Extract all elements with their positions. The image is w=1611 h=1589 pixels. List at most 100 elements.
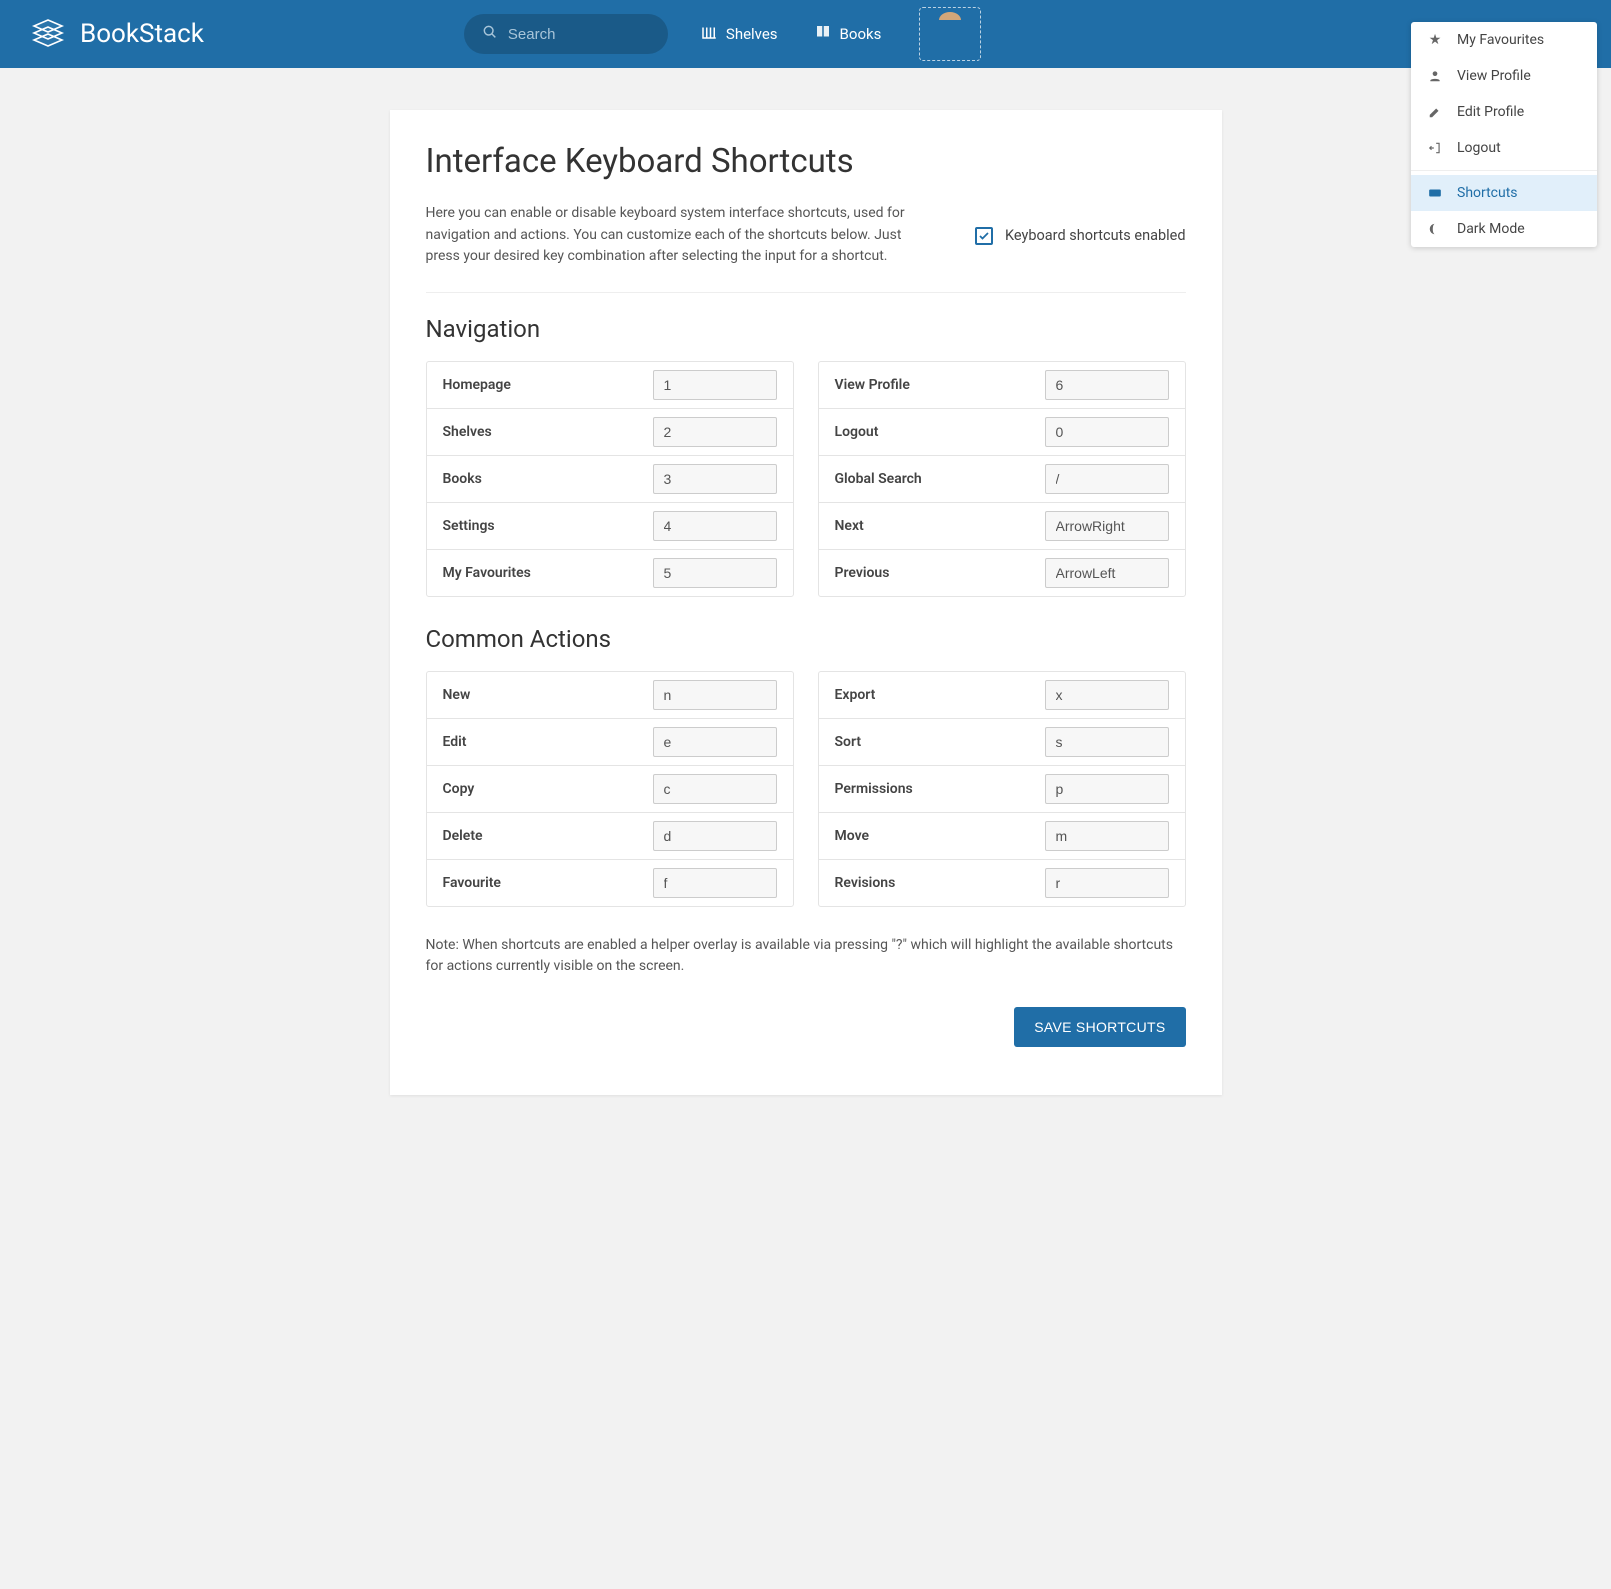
pencil-icon bbox=[1427, 105, 1443, 119]
person-icon bbox=[1427, 69, 1443, 83]
nav-shortcut-row: Previous bbox=[819, 550, 1185, 596]
navigation-grid: Homepage Shelves Books Settings My Favourite… bbox=[426, 361, 1186, 597]
action-shortcut-label: Edit bbox=[443, 734, 467, 750]
nav-shortcut-label: Books bbox=[443, 471, 482, 487]
action-shortcut-input[interactable] bbox=[1045, 868, 1169, 898]
nav-shortcut-label: Next bbox=[835, 518, 864, 534]
action-shortcut-label: Delete bbox=[443, 828, 483, 844]
nav-shortcut-input[interactable] bbox=[1045, 558, 1169, 588]
dropdown-dark-mode[interactable]: Dark Mode bbox=[1411, 211, 1597, 247]
search-input[interactable] bbox=[508, 26, 650, 43]
nav-shortcut-input[interactable] bbox=[1045, 370, 1169, 400]
nav-shortcut-label: Logout bbox=[835, 424, 879, 440]
intro-text: Here you can enable or disable keyboard … bbox=[426, 203, 936, 268]
action-shortcut-row: Copy bbox=[427, 766, 793, 813]
nav-shortcut-label: My Favourites bbox=[443, 565, 531, 581]
action-shortcut-label: Export bbox=[835, 687, 876, 703]
action-shortcut-row: Delete bbox=[427, 813, 793, 860]
global-search[interactable] bbox=[464, 14, 668, 54]
action-shortcut-label: Permissions bbox=[835, 781, 913, 797]
actions-grid: NewEditCopyDeleteFavourite ExportSortPer… bbox=[426, 671, 1186, 907]
user-menu-trigger[interactable] bbox=[919, 7, 981, 61]
dropdown-label: View Profile bbox=[1457, 68, 1531, 84]
action-shortcut-label: Favourite bbox=[443, 875, 501, 891]
dropdown-view-profile[interactable]: View Profile bbox=[1411, 58, 1597, 94]
nav-shortcut-label: Previous bbox=[835, 565, 890, 581]
nav-shortcut-input[interactable] bbox=[1045, 464, 1169, 494]
action-shortcut-input[interactable] bbox=[653, 774, 777, 804]
nav-books[interactable]: Books bbox=[814, 23, 882, 45]
nav-shelves[interactable]: Shelves bbox=[700, 23, 778, 45]
shortcuts-enabled-toggle[interactable]: Keyboard shortcuts enabled bbox=[975, 227, 1186, 245]
checkbox-icon bbox=[975, 227, 993, 245]
actions-col-left: NewEditCopyDeleteFavourite bbox=[426, 671, 794, 907]
bookstack-logo-icon bbox=[28, 14, 68, 54]
nav-shortcut-row: Global Search bbox=[819, 456, 1185, 503]
shelves-icon bbox=[700, 23, 718, 45]
action-shortcut-row: Permissions bbox=[819, 766, 1185, 813]
keyboard-icon bbox=[1427, 186, 1443, 200]
main-card: Interface Keyboard Shortcuts Here you ca… bbox=[390, 110, 1222, 1095]
dropdown-shortcuts[interactable]: Shortcuts bbox=[1411, 175, 1597, 211]
nav-shortcut-row: Logout bbox=[819, 409, 1185, 456]
action-shortcut-row: Revisions bbox=[819, 860, 1185, 906]
nav-shortcut-input[interactable] bbox=[653, 558, 777, 588]
moon-icon bbox=[1427, 222, 1443, 236]
save-shortcuts-button[interactable]: SAVE SHORTCUTS bbox=[1014, 1007, 1185, 1047]
dropdown-edit-profile[interactable]: Edit Profile bbox=[1411, 94, 1597, 130]
helper-note: Note: When shortcuts are enabled a helpe… bbox=[426, 935, 1186, 977]
navigation-col-right: View Profile Logout Global Search Next Previ… bbox=[818, 361, 1186, 597]
action-shortcut-input[interactable] bbox=[653, 868, 777, 898]
action-shortcut-input[interactable] bbox=[653, 821, 777, 851]
action-shortcut-input[interactable] bbox=[653, 727, 777, 757]
nav-shortcut-input[interactable] bbox=[1045, 511, 1169, 541]
nav-shortcut-row: Shelves bbox=[427, 409, 793, 456]
nav-shortcut-row: View Profile bbox=[819, 362, 1185, 409]
nav-books-label: Books bbox=[840, 25, 882, 43]
nav-shortcut-input[interactable] bbox=[1045, 417, 1169, 447]
action-shortcut-label: Revisions bbox=[835, 875, 896, 891]
nav-shortcut-label: Shelves bbox=[443, 424, 492, 440]
action-shortcut-row: Edit bbox=[427, 719, 793, 766]
dropdown-label: Logout bbox=[1457, 140, 1501, 156]
dropdown-separator bbox=[1411, 170, 1597, 171]
nav-shortcut-input[interactable] bbox=[653, 417, 777, 447]
nav-shortcut-input[interactable] bbox=[653, 370, 777, 400]
dropdown-my-favourites[interactable]: ★ My Favourites bbox=[1411, 22, 1597, 58]
action-shortcut-row: Move bbox=[819, 813, 1185, 860]
star-icon: ★ bbox=[1427, 32, 1443, 48]
shortcuts-enabled-label: Keyboard shortcuts enabled bbox=[1005, 227, 1186, 244]
actions-col-right: ExportSortPermissionsMoveRevisions bbox=[818, 671, 1186, 907]
nav-shortcut-row: Homepage bbox=[427, 362, 793, 409]
nav-shelves-label: Shelves bbox=[726, 25, 778, 43]
action-shortcut-input[interactable] bbox=[1045, 680, 1169, 710]
section-title-actions: Common Actions bbox=[426, 625, 1186, 653]
action-shortcut-input[interactable] bbox=[1045, 727, 1169, 757]
nav-shortcut-label: Homepage bbox=[443, 377, 511, 393]
books-icon bbox=[814, 23, 832, 45]
dropdown-label: Dark Mode bbox=[1457, 221, 1525, 237]
nav-shortcut-input[interactable] bbox=[653, 511, 777, 541]
search-icon bbox=[482, 24, 498, 44]
nav-shortcut-row: Next bbox=[819, 503, 1185, 550]
action-shortcut-input[interactable] bbox=[1045, 774, 1169, 804]
dropdown-label: My Favourites bbox=[1457, 32, 1544, 48]
logo[interactable]: BookStack bbox=[28, 14, 204, 54]
action-shortcut-input[interactable] bbox=[653, 680, 777, 710]
action-shortcut-input[interactable] bbox=[1045, 821, 1169, 851]
app-header: BookStack Shelves Books ★ My Fav bbox=[0, 0, 1611, 68]
dropdown-label: Edit Profile bbox=[1457, 104, 1524, 120]
action-shortcut-label: Copy bbox=[443, 781, 475, 797]
nav-shortcut-row: Settings bbox=[427, 503, 793, 550]
nav-shortcut-row: My Favourites bbox=[427, 550, 793, 596]
action-shortcut-label: Move bbox=[835, 828, 870, 844]
nav-shortcut-input[interactable] bbox=[653, 464, 777, 494]
logout-icon bbox=[1427, 141, 1443, 155]
nav-shortcut-label: Settings bbox=[443, 518, 495, 534]
brand-name: BookStack bbox=[80, 19, 204, 49]
action-shortcut-row: Export bbox=[819, 672, 1185, 719]
nav-shortcut-label: View Profile bbox=[835, 377, 910, 393]
section-title-navigation: Navigation bbox=[426, 315, 1186, 343]
action-shortcut-row: Favourite bbox=[427, 860, 793, 906]
dropdown-logout[interactable]: Logout bbox=[1411, 130, 1597, 166]
